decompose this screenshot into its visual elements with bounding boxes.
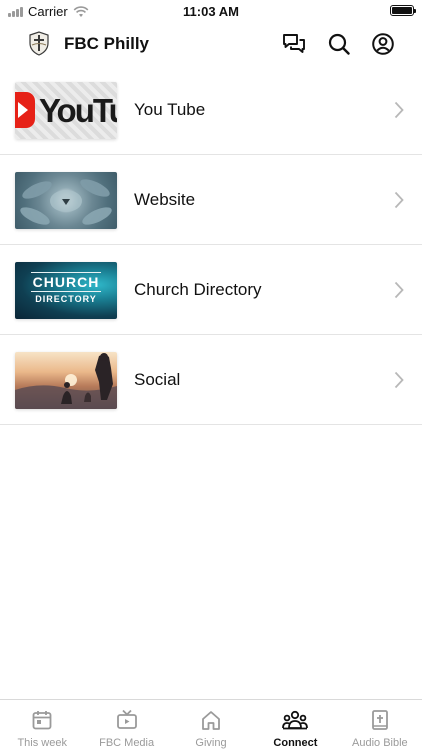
youtube-logo-text: YouTu: [39, 92, 117, 129]
chat-icon: [283, 34, 305, 53]
status-time: 11:03 AM: [183, 4, 239, 19]
church-thumb-subtitle: DIRECTORY: [35, 294, 97, 304]
tab-label: Audio Bible: [352, 737, 408, 749]
account-button[interactable]: [370, 31, 396, 57]
list-item-youtube[interactable]: YouTu You Tube: [0, 65, 422, 155]
tab-label: FBC Media: [99, 737, 155, 749]
tab-connect[interactable]: Connect: [253, 700, 337, 750]
calendar-icon: [32, 711, 52, 730]
church-thumb-title: CHURCH: [32, 274, 100, 290]
chat-button[interactable]: [281, 31, 307, 57]
thumb-rule: [31, 272, 101, 273]
list-item-label: Church Directory: [134, 280, 262, 299]
tab-label: Connect: [273, 737, 318, 749]
connect-list: YouTu You Tube Website CHURCH: [0, 65, 422, 425]
tab-this-week[interactable]: This week: [0, 700, 84, 750]
list-item-label: Website: [134, 190, 196, 209]
home-icon: [202, 711, 220, 730]
tv-icon: [116, 709, 137, 729]
tab-audio-bible[interactable]: Audio Bible: [338, 700, 422, 750]
app-title: FBC Philly: [64, 34, 150, 53]
search-button[interactable]: [326, 31, 352, 57]
list-item-label: Social: [134, 370, 181, 389]
search-icon: [328, 33, 350, 55]
thumb-rule: [31, 291, 101, 292]
tab-label: Giving: [195, 737, 227, 749]
tab-fbc-media[interactable]: FBC Media: [84, 700, 168, 750]
chevron-right-icon: [394, 281, 404, 299]
bible-icon: [371, 710, 388, 730]
logo-icon: [29, 31, 49, 56]
church-directory-thumbnail: CHURCH DIRECTORY: [15, 262, 117, 319]
account-icon: [372, 33, 394, 55]
chevron-right-icon: [394, 191, 404, 209]
battery-icon: [390, 5, 416, 16]
tab-giving[interactable]: Giving: [169, 700, 253, 750]
chevron-right-icon: [394, 101, 404, 119]
app-header: FBC Philly: [0, 24, 422, 64]
tab-label: This week: [17, 737, 67, 749]
people-icon: [282, 710, 309, 730]
website-thumbnail: [15, 172, 117, 229]
succulent-image: [20, 179, 112, 225]
status-bar: Carrier 11:03 AM: [0, 0, 422, 22]
social-thumbnail: [15, 352, 117, 409]
sunset-people-image: [15, 353, 117, 409]
list-item-church-directory[interactable]: CHURCH DIRECTORY Church Directory: [0, 245, 422, 335]
list-item-label: You Tube: [134, 100, 206, 119]
youtube-thumbnail: YouTu: [15, 82, 117, 139]
tab-bar: This week FBC Media Giving Connect Audio…: [0, 699, 422, 750]
chevron-right-icon: [394, 371, 404, 389]
list-item-social[interactable]: Social: [0, 335, 422, 425]
list-item-website[interactable]: Website: [0, 155, 422, 245]
